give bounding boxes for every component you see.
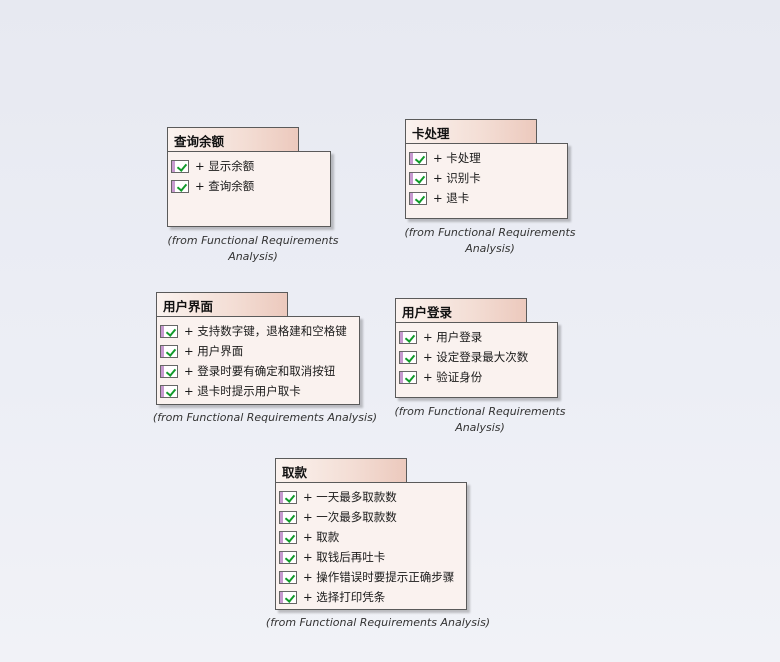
requirement-label: + 登录时要有确定和取消按钮	[184, 364, 336, 378]
requirement-label: + 一天最多取款数	[303, 490, 397, 504]
requirement-label: + 设定登录最大次数	[423, 350, 529, 364]
package-body: + 一天最多取款数 + 一次最多取款数 + 取款 + 取钱后再吐卡 + 操作错误…	[275, 482, 467, 610]
requirement-label: + 取钱后再吐卡	[303, 550, 386, 564]
package-body: + 显示余额 + 查询余额	[167, 151, 331, 227]
requirement-item[interactable]: + 设定登录最大次数	[396, 347, 557, 367]
package-query-balance[interactable]: 查询余额 + 显示余额 + 查询余额	[167, 127, 333, 231]
package-body: + 卡处理 + 识别卡 + 退卡	[405, 143, 568, 219]
requirement-icon	[399, 330, 417, 344]
package-origin-note: (from Functional Requirements Analysis)	[397, 225, 583, 257]
package-origin-note: (from Functional Requirements Analysis)	[263, 615, 493, 631]
requirement-item[interactable]: + 显示余额	[168, 156, 330, 176]
requirement-label: + 取款	[303, 530, 340, 544]
requirement-item[interactable]: + 取款	[276, 527, 466, 547]
requirement-icon	[160, 344, 178, 358]
package-withdrawal[interactable]: 取款 + 一天最多取款数 + 一次最多取款数 + 取款 + 取钱后再吐卡 + 操…	[275, 458, 469, 611]
package-origin-note: (from Functional Requirements Analysis)	[150, 410, 380, 426]
origin-line: Analysis)	[465, 242, 515, 255]
requirement-item[interactable]: + 卡处理	[406, 148, 567, 168]
requirement-label: + 卡处理	[433, 151, 481, 165]
requirement-item[interactable]: + 验证身份	[396, 367, 557, 387]
requirement-item[interactable]: + 用户界面	[157, 341, 359, 361]
requirement-icon	[279, 530, 297, 544]
package-tab: 取款	[275, 458, 407, 483]
package-origin-note: (from Functional Requirements Analysis)	[160, 233, 346, 265]
origin-line: Analysis)	[228, 250, 278, 263]
requirement-icon	[160, 364, 178, 378]
requirement-icon	[399, 370, 417, 384]
requirement-icon	[160, 324, 178, 338]
requirement-icon	[279, 570, 297, 584]
requirement-item[interactable]: + 用户登录	[396, 327, 557, 347]
requirement-icon	[409, 171, 427, 185]
requirement-label: + 查询余额	[195, 179, 255, 193]
requirement-icon	[279, 590, 297, 604]
requirement-label: + 用户登录	[423, 330, 483, 344]
origin-line: (from Functional Requirements Analysis)	[265, 616, 491, 629]
requirement-icon	[279, 490, 297, 504]
package-card-processing[interactable]: 卡处理 + 卡处理 + 识别卡 + 退卡	[405, 119, 570, 223]
requirement-label: + 显示余额	[195, 159, 255, 173]
requirement-label: + 用户界面	[184, 344, 244, 358]
requirement-label: + 退卡时提示用户取卡	[184, 384, 301, 398]
requirement-item[interactable]: + 取钱后再吐卡	[276, 547, 466, 567]
origin-line: (from Functional Requirements	[394, 405, 566, 418]
requirement-label: + 支持数字键，退格建和空格键	[184, 324, 347, 338]
package-body: + 支持数字键，退格建和空格键 + 用户界面 + 登录时要有确定和取消按钮 + …	[156, 316, 360, 405]
package-user-login[interactable]: 用户登录 + 用户登录 + 设定登录最大次数 + 验证身份	[395, 298, 560, 400]
package-origin-note: (from Functional Requirements Analysis)	[387, 404, 573, 436]
requirement-label: + 一次最多取款数	[303, 510, 397, 524]
requirement-icon	[409, 151, 427, 165]
origin-line: (from Functional Requirements	[404, 226, 576, 239]
requirement-item[interactable]: + 识别卡	[406, 168, 567, 188]
origin-line: (from Functional Requirements	[167, 234, 339, 247]
package-body: + 用户登录 + 设定登录最大次数 + 验证身份	[395, 322, 558, 398]
requirement-item[interactable]: + 一次最多取款数	[276, 507, 466, 527]
requirement-item[interactable]: + 登录时要有确定和取消按钮	[157, 361, 359, 381]
requirement-item[interactable]: + 退卡	[406, 188, 567, 208]
package-tab: 用户登录	[395, 298, 527, 323]
requirement-icon	[279, 510, 297, 524]
requirement-label: + 退卡	[433, 191, 470, 205]
requirement-icon	[171, 159, 189, 173]
requirement-icon	[399, 350, 417, 364]
requirement-item[interactable]: + 操作错误时要提示正确步骤	[276, 567, 466, 587]
requirement-item[interactable]: + 选择打印凭条	[276, 587, 466, 607]
requirement-item[interactable]: + 一天最多取款数	[276, 487, 466, 507]
package-tab: 用户界面	[156, 292, 288, 317]
requirement-label: + 验证身份	[423, 370, 483, 384]
requirement-icon	[279, 550, 297, 564]
origin-line: (from Functional Requirements Analysis)	[152, 411, 378, 424]
origin-line: Analysis)	[455, 421, 505, 434]
requirement-icon	[171, 179, 189, 193]
requirement-item[interactable]: + 支持数字键，退格建和空格键	[157, 321, 359, 341]
package-tab: 卡处理	[405, 119, 537, 144]
package-tab: 查询余额	[167, 127, 299, 152]
requirement-label: + 选择打印凭条	[303, 590, 386, 604]
requirement-label: + 操作错误时要提示正确步骤	[303, 570, 455, 584]
requirement-icon	[160, 384, 178, 398]
requirement-label: + 识别卡	[433, 171, 481, 185]
requirement-icon	[409, 191, 427, 205]
requirement-item[interactable]: + 查询余额	[168, 176, 330, 196]
requirement-item[interactable]: + 退卡时提示用户取卡	[157, 381, 359, 401]
package-user-interface[interactable]: 用户界面 + 支持数字键，退格建和空格键 + 用户界面 + 登录时要有确定和取消…	[156, 292, 362, 406]
